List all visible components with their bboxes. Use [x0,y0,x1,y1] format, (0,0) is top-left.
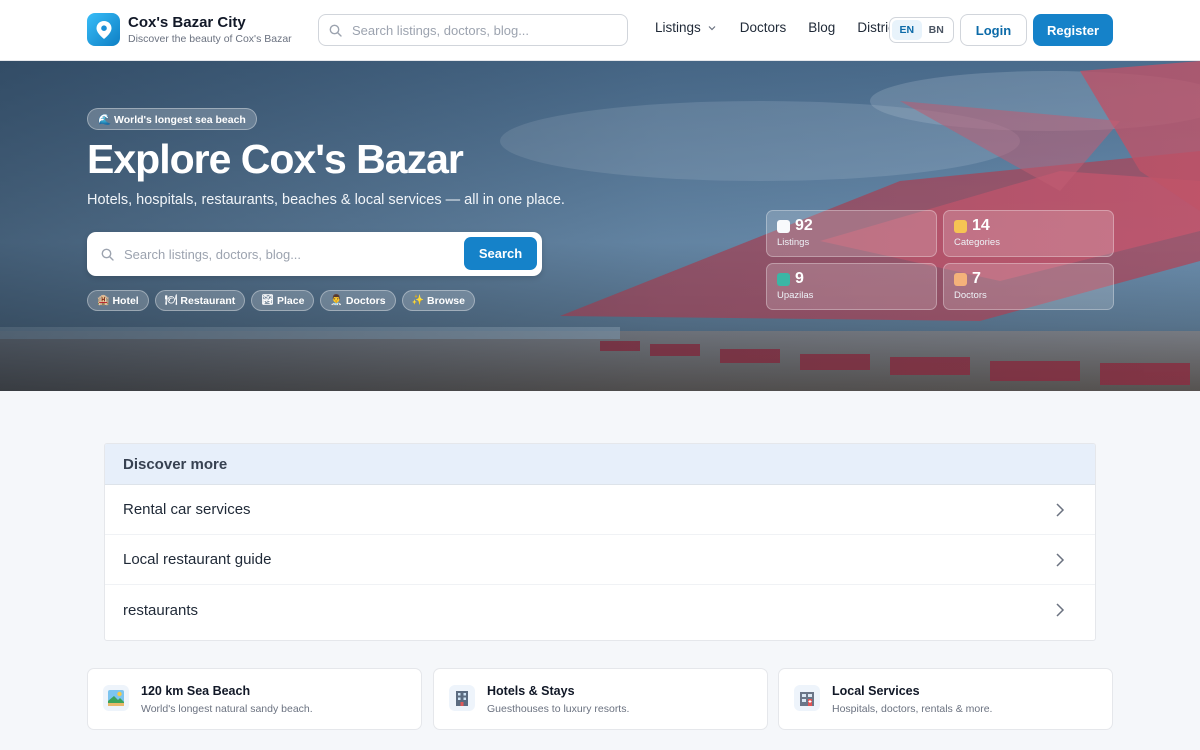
location-pin-icon [87,13,120,46]
chip-place[interactable]: 🏞 Place [251,290,315,311]
header-search-box [318,14,628,46]
brand-tagline: Discover the beauty of Cox's Bazar [128,32,292,45]
nav-listings[interactable]: Listings [655,20,718,35]
hero-section: 🌊 World's longest sea beach Explore Cox'… [0,61,1200,391]
feature-description: World's longest natural sandy beach. [141,703,313,715]
register-button[interactable]: Register [1033,14,1113,46]
hero-search-box: Search [87,232,542,276]
services-icon [794,685,820,711]
nav-listings-label: Listings [655,20,701,35]
discover-item[interactable]: restaurants [105,585,1095,635]
chip-label: Hotel [112,294,139,307]
stat-label: Doctors [954,290,987,301]
chevron-right-icon [1056,553,1065,567]
stat-label: Categories [954,237,1000,248]
feature-card-hotels: Hotels & Stays Guesthouses to luxury res… [433,668,768,730]
hero-badge: 🌊 World's longest sea beach [87,108,257,130]
stat-upazilas: 9 Upazilas [766,263,937,310]
lang-en-button[interactable]: EN [892,20,922,40]
discover-more-panel: Discover more Rental car services Local … [104,443,1096,641]
chip-label: Doctors [345,294,386,307]
hero-search-input[interactable] [124,246,444,262]
discover-item[interactable]: Rental car services [105,485,1095,535]
feature-description: Hospitals, doctors, rentals & more. [832,703,993,715]
main-nav: Listings Doctors Blog District [655,20,899,35]
quick-category-chips: 🏨 Hotel 🍽 Restaurant 🏞 Place 👨‍⚕️ Doctor… [87,290,481,311]
chevron-right-icon [1056,503,1065,517]
header-search-input[interactable] [352,22,602,38]
feature-title: Hotels & Stays [487,684,575,698]
hero-subtitle: Hotels, hospitals, restaurants, beaches … [87,192,565,208]
discover-more-title: Discover more [105,444,1095,485]
stat-label: Upazilas [777,290,814,301]
chip-browse[interactable]: ✨ Browse [401,290,475,311]
lang-bn-button[interactable]: BN [922,20,952,40]
hero-search-button[interactable]: Search [464,237,537,270]
tag-icon [954,219,967,233]
hero-title: Explore Cox's Bazar [87,136,464,182]
doctor-icon [954,272,967,286]
brand-name: Cox's Bazar City [128,13,246,31]
feature-card-beach: 120 km Sea Beach World's longest natural… [87,668,422,730]
map-icon [777,272,790,286]
place-icon: 🏞 [261,295,274,306]
chip-doctors[interactable]: 👨‍⚕️ Doctors [320,290,396,311]
stat-value: 7 [972,270,981,287]
chevron-down-icon [708,25,716,30]
doctor-icon: 👨‍⚕️ [330,295,343,306]
hotel-icon [449,685,475,711]
chevron-right-icon [1056,603,1065,617]
chip-restaurant[interactable]: 🍽 Restaurant [154,290,246,311]
feature-description: Guesthouses to luxury resorts. [487,703,630,715]
hotel-icon: 🏨 [97,295,110,306]
feature-card-services: Local Services Hospitals, doctors, renta… [778,668,1113,730]
stat-doctors: 7 Doctors [943,263,1114,310]
chip-label: Restaurant [180,294,236,307]
clipboard-icon [777,219,790,233]
stat-label: Listings [777,237,810,248]
login-button[interactable]: Login [960,14,1027,46]
language-toggle: EN BN [889,17,954,43]
nav-blog[interactable]: Blog [808,20,835,35]
feature-title: Local Services [832,684,920,698]
brand[interactable]: Cox's Bazar City Discover the beauty of … [87,13,292,46]
discover-item[interactable]: Local restaurant guide [105,535,1095,585]
search-icon [101,248,114,261]
discover-item-label: Rental car services [123,501,251,518]
stat-value: 14 [972,217,990,234]
feature-title: 120 km Sea Beach [141,684,251,698]
nav-doctors[interactable]: Doctors [740,20,787,35]
stat-categories: 14 Categories [943,210,1114,257]
discover-item-label: Local restaurant guide [123,551,272,568]
search-icon [329,24,342,37]
restaurant-icon: 🍽 [164,295,178,306]
chip-hotel[interactable]: 🏨 Hotel [87,290,149,311]
stat-listings: 92 Listings [766,210,937,257]
chip-label: Place [276,294,305,307]
sparkles-icon: ✨ [411,295,425,306]
chip-label: Browse [427,294,465,307]
beach-icon [103,685,129,711]
stat-value: 9 [795,270,804,287]
stat-value: 92 [795,217,813,234]
discover-item-label: restaurants [123,601,199,619]
site-header: Cox's Bazar City Discover the beauty of … [0,0,1200,61]
